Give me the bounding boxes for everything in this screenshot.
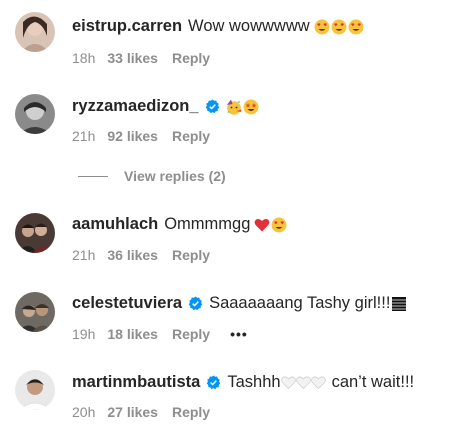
comment-meta: 19h 18 likes Reply ••• — [72, 326, 248, 342]
comment-text-body: Ommmmgg — [164, 215, 251, 233]
white-heart-icon — [280, 376, 296, 390]
timestamp: 21h — [72, 247, 96, 263]
verified-badge-icon — [205, 99, 219, 114]
reply-button[interactable]: Reply — [172, 404, 210, 420]
comment-line: eistrup.carren Wow wowwwww — [72, 17, 364, 36]
comment-text-body: Saaaaaaang Tashy girl!!! — [209, 294, 391, 312]
reply-button[interactable]: Reply — [172, 326, 210, 342]
heart-eyes-icon — [348, 19, 364, 34]
reply-button[interactable]: Reply — [172, 128, 210, 144]
like-count[interactable]: 36 likes — [107, 247, 158, 263]
timestamp: 21h — [72, 128, 96, 144]
white-heart-icon — [295, 376, 311, 390]
reply-button[interactable]: Reply — [172, 50, 210, 66]
avatar[interactable] — [15, 12, 55, 52]
reply-button[interactable]: Reply — [172, 247, 210, 263]
comment-line: aamuhlach Ommmmgg — [72, 215, 287, 234]
avatar[interactable] — [15, 370, 55, 410]
heart-eyes-icon — [331, 19, 347, 34]
avatar[interactable] — [15, 213, 55, 253]
comment-text: Ommmmgg — [164, 215, 287, 234]
username[interactable]: ryzzamaedizon_ — [72, 97, 199, 116]
white-heart-icon — [310, 376, 326, 390]
timestamp: 19h — [72, 326, 96, 342]
comment-text-tail: can’t wait!!! — [331, 373, 415, 391]
red-heart-icon — [254, 218, 270, 231]
timestamp: 20h — [72, 404, 96, 420]
like-count[interactable]: 33 likes — [107, 50, 158, 66]
username[interactable]: aamuhlach — [72, 215, 158, 234]
comment-text-body: Wow wowwwww — [188, 17, 310, 35]
like-count[interactable]: 18 likes — [107, 326, 158, 342]
comment-meta: 20h 27 likes Reply — [72, 404, 210, 420]
comment-line: martinmbautista Tashhh can’t wait!!! — [72, 373, 414, 392]
view-replies-button[interactable]: View replies (2) — [78, 168, 226, 184]
verified-badge-icon — [207, 375, 221, 390]
like-count[interactable]: 92 likes — [107, 128, 158, 144]
star-struck-icon — [243, 99, 259, 114]
username[interactable]: martinmbautista — [72, 373, 200, 392]
heart-eyes-icon — [271, 217, 287, 232]
comment-meta: 18h 33 likes Reply — [72, 50, 210, 66]
comment-text: Wow wowwwww — [188, 17, 364, 36]
comment-text — [226, 99, 259, 115]
like-count[interactable]: 27 likes — [107, 404, 158, 420]
username[interactable]: eistrup.carren — [72, 17, 182, 36]
comment-text: Tashhh can’t wait!!! — [227, 373, 414, 392]
avatar[interactable] — [15, 292, 55, 332]
more-options-icon[interactable]: ••• — [230, 326, 248, 342]
username[interactable]: celestetuviera — [72, 294, 182, 313]
verified-badge-icon — [188, 296, 203, 311]
comment-text: Saaaaaaang Tashy girl!!! — [209, 294, 407, 313]
comment-meta: 21h 92 likes Reply — [72, 128, 210, 144]
partying-face-icon — [226, 99, 242, 115]
view-replies-label: View replies (2) — [124, 168, 226, 184]
timestamp: 18h — [72, 50, 96, 66]
view-replies-line — [78, 175, 108, 177]
black-square-icon — [392, 296, 407, 311]
comment-line: celestetuviera Saaaaaaang Tashy girl!!! — [72, 294, 407, 313]
comment-line: ryzzamaedizon_ — [72, 97, 259, 116]
avatar[interactable] — [15, 94, 55, 134]
heart-eyes-icon — [314, 19, 330, 34]
comment-text-body: Tashhh — [227, 373, 281, 391]
comment-meta: 21h 36 likes Reply — [72, 247, 210, 263]
